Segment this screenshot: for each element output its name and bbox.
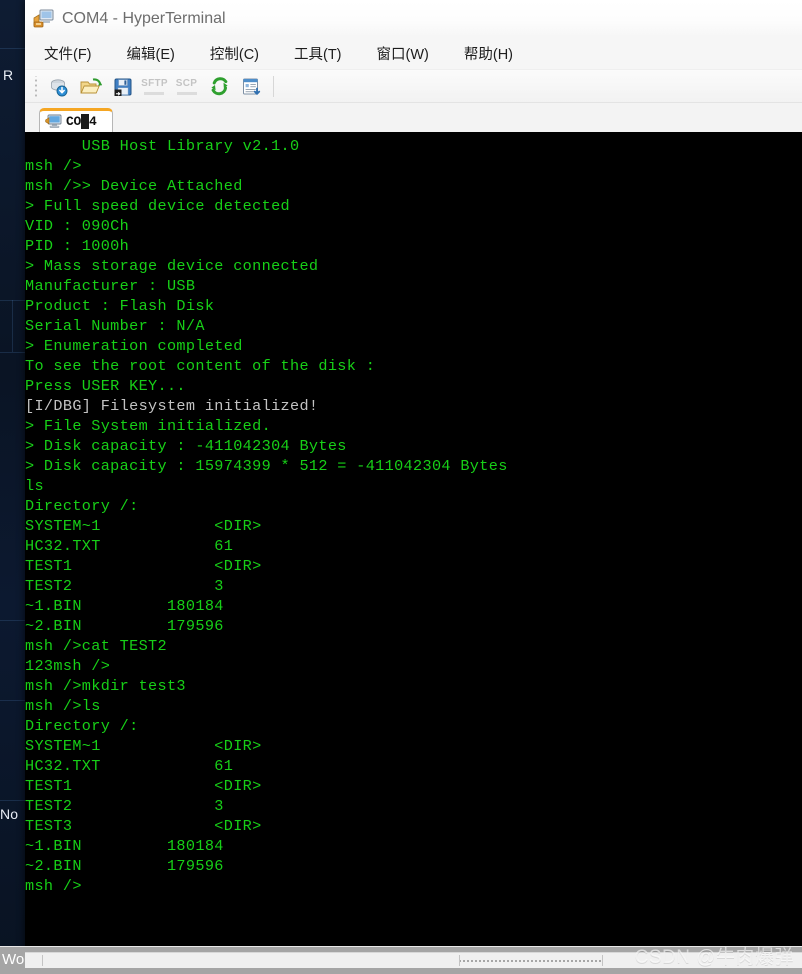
save-icon[interactable] <box>107 72 138 101</box>
status-progress-dots <box>460 955 603 966</box>
terminal-line: PID : 1000h <box>25 237 130 255</box>
terminal-line: TEST3 <DIR> <box>25 817 262 835</box>
terminal-line: > Disk capacity : 15974399 * 512 = -4110… <box>25 457 508 475</box>
terminal-line: Product : Flash Disk <box>25 297 215 315</box>
terminal-line: > Mass storage device connected <box>25 257 319 275</box>
bg-label-wo: Wo <box>2 951 25 968</box>
terminal-line: TEST1 <DIR> <box>25 557 262 575</box>
open-folder-icon[interactable] <box>75 72 106 101</box>
terminal-line: Serial Number : N/A <box>25 317 205 335</box>
terminal-line: Press USER KEY... <box>25 377 186 395</box>
tab-com4[interactable]: COM4 <box>39 108 113 132</box>
terminal-line: Directory /: <box>25 497 139 515</box>
terminal-line: TEST1 <DIR> <box>25 777 262 795</box>
reconnect-icon[interactable] <box>203 72 234 101</box>
menu-tools[interactable]: 工具(T) <box>293 41 343 66</box>
tab-strip: COM4 <box>25 103 802 132</box>
terminal-line: msh />> Device Attached <box>25 177 243 195</box>
computer-network-icon <box>33 9 55 29</box>
terminal-line: msh />cat TEST2 <box>25 637 167 655</box>
menu-edit[interactable]: 编辑(E) <box>126 41 176 66</box>
terminal-line: > Disk capacity : -411042304 Bytes <box>25 437 347 455</box>
terminal-line: TEST2 3 <box>25 797 224 815</box>
toolbar-grip[interactable] <box>33 75 39 98</box>
scp-label: SCP <box>175 77 198 89</box>
sftp-label: SFTP <box>141 77 168 89</box>
terminal-line: USB Host Library v2.1.0 <box>25 137 300 155</box>
bg-decor-line <box>0 48 25 49</box>
menu-help[interactable]: 帮助(H) <box>463 41 514 66</box>
terminal-line: > File System initialized. <box>25 417 272 435</box>
bg-decor-line <box>0 800 25 801</box>
status-cell <box>603 955 802 966</box>
terminal-line: ~2.BIN 179596 <box>25 617 224 635</box>
terminal-line: ~1.BIN 180184 <box>25 837 224 855</box>
status-cell <box>25 955 43 966</box>
scp-icon[interactable]: SCP <box>171 72 202 101</box>
terminal-line: HC32.TXT 61 <box>25 757 234 775</box>
connect-icon[interactable] <box>43 72 74 101</box>
toolbar: SFTP SCP <box>25 70 802 103</box>
terminal-line: > Full speed device detected <box>25 197 290 215</box>
terminal-line: ~2.BIN 179596 <box>25 857 224 875</box>
menu-file[interactable]: 文件(F) <box>43 41 93 66</box>
terminal-line: VID : 090Ch <box>25 217 130 235</box>
bg-decor-line <box>0 352 25 353</box>
terminal-line: ~1.BIN 180184 <box>25 597 224 615</box>
terminal-line: HC32.TXT 61 <box>25 537 234 555</box>
scp-underline <box>176 91 197 95</box>
sftp-underline <box>144 91 165 95</box>
window-title-bar[interactable]: COM4 - HyperTerminal <box>25 0 802 37</box>
tab-label-text: COM4 <box>66 114 97 129</box>
terminal-line: > Enumeration completed <box>25 337 243 355</box>
terminal-line: Manufacturer : USB <box>25 277 196 295</box>
bg-label-no: No <box>0 806 19 822</box>
hyperterminal-window: COM4 - HyperTerminal 文件(F) 编辑(E) 控制(C) 工… <box>25 0 802 952</box>
terminal-line: [I/DBG] Filesystem initialized! <box>25 397 319 415</box>
bg-decor-line <box>12 300 13 352</box>
tab-label: COM4 <box>66 114 97 129</box>
status-cell <box>43 955 460 966</box>
terminal-line: msh />mkdir test3 <box>25 677 186 695</box>
terminal-line: TEST2 3 <box>25 577 224 595</box>
terminal-line: To see the root content of the disk : <box>25 357 376 375</box>
monitor-icon <box>45 114 62 129</box>
terminal-line: Directory /: <box>25 717 139 735</box>
toolbar-separator <box>273 76 274 97</box>
terminal-line: 123msh /> <box>25 657 111 675</box>
terminal-line: ls <box>25 477 44 495</box>
log-export-icon[interactable] <box>235 72 266 101</box>
window-title: COM4 - HyperTerminal <box>62 9 226 27</box>
bg-label-r: R <box>3 67 14 83</box>
menu-control[interactable]: 控制(C) <box>209 41 260 66</box>
menu-bar: 文件(F) 编辑(E) 控制(C) 工具(T) 窗口(W) 帮助(H) <box>25 37 802 70</box>
terminal-line: msh /> <box>25 157 82 175</box>
bg-decor-line <box>0 620 25 621</box>
terminal-line: msh /> <box>25 877 82 895</box>
terminal-lines: USB Host Library v2.1.0 msh /> msh />> Dev… <box>25 136 802 896</box>
bg-decor-line <box>0 700 25 701</box>
sftp-icon[interactable]: SFTP <box>139 72 170 101</box>
menu-window[interactable]: 窗口(W) <box>376 41 430 66</box>
status-bar <box>25 952 802 968</box>
terminal-output-area[interactable]: USB Host Library v2.1.0 msh /> msh />> Dev… <box>25 132 802 952</box>
terminal-line: SYSTEM~1 <DIR> <box>25 737 262 755</box>
terminal-line: msh />ls <box>25 697 101 715</box>
terminal-line: SYSTEM~1 <DIR> <box>25 517 262 535</box>
